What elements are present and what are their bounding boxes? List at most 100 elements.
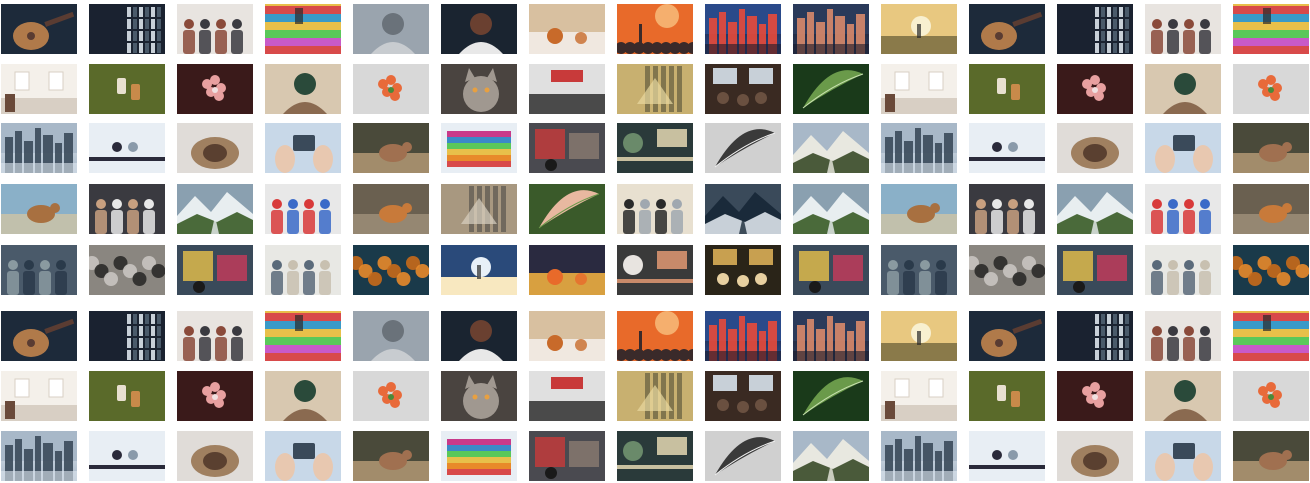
coffee-cups-photo[interactable] — [969, 371, 1045, 421]
guitar-photo[interactable] — [969, 311, 1045, 361]
girl-running-photo[interactable] — [265, 245, 341, 295]
fox-photo[interactable] — [1233, 184, 1309, 234]
tortoise-photo[interactable] — [353, 431, 429, 481]
rainbow-stairs-photo[interactable] — [265, 4, 341, 54]
street-people-photo[interactable] — [1145, 4, 1221, 54]
phone-photo-photo[interactable] — [265, 123, 341, 173]
living-room-photo[interactable] — [881, 64, 957, 114]
hands-plant-photo[interactable] — [529, 184, 605, 234]
waterfall-photo[interactable] — [705, 184, 781, 234]
bookshelf-photo[interactable] — [1057, 311, 1133, 361]
street-people-photo[interactable] — [1145, 311, 1221, 361]
bw-plant-photo[interactable] — [705, 123, 781, 173]
young-man-photo[interactable] — [265, 64, 341, 114]
dogs-field-photo[interactable] — [1, 184, 77, 234]
peace-flag-photo[interactable] — [441, 123, 517, 173]
office-plants-photo[interactable] — [617, 431, 693, 481]
coffee-cups-photo[interactable] — [89, 64, 165, 114]
green-leaf-photo[interactable] — [793, 64, 869, 114]
hooded-man-photo[interactable] — [1, 245, 77, 295]
green-leaf-photo[interactable] — [793, 371, 869, 421]
snowy-sunset-photo[interactable] — [441, 245, 517, 295]
rainbow-stairs-photo[interactable] — [265, 311, 341, 361]
flower-bouquet-photo[interactable] — [1057, 371, 1133, 421]
louvre-pyramid-photo[interactable] — [441, 184, 517, 234]
sleeping-pug-photo[interactable] — [177, 123, 253, 173]
foggy-forest-photo[interactable] — [89, 245, 165, 295]
tortoise-photo[interactable] — [1233, 431, 1309, 481]
tortoise-photo[interactable] — [1233, 123, 1309, 173]
coffee-shop-photo[interactable] — [705, 245, 781, 295]
bookshelf-photo[interactable] — [89, 4, 165, 54]
bench-couple-photo[interactable] — [969, 431, 1045, 481]
sleeping-pug-photo[interactable] — [1057, 431, 1133, 481]
laptop-friends-photo[interactable] — [617, 184, 693, 234]
office-woman-photo[interactable] — [617, 245, 693, 295]
graffiti-wall-photo[interactable] — [177, 245, 253, 295]
valley-road-photo[interactable] — [177, 184, 253, 234]
city-highway-photo[interactable] — [705, 311, 781, 361]
city-highway-photo[interactable] — [705, 4, 781, 54]
mountain-lake-photo[interactable] — [793, 123, 869, 173]
alarm-clock-photo[interactable] — [529, 245, 605, 295]
building-palm-photo[interactable] — [617, 371, 693, 421]
city-towers-photo[interactable] — [1, 123, 77, 173]
living-room-photo[interactable] — [1, 64, 77, 114]
fox-photo[interactable] — [353, 184, 429, 234]
living-room-photo[interactable] — [881, 371, 957, 421]
gray-cat-photo[interactable] — [441, 371, 517, 421]
concert-crowd-photo[interactable] — [617, 311, 693, 361]
public-market-photo[interactable] — [529, 371, 605, 421]
rickshaw-street-photo[interactable] — [529, 431, 605, 481]
young-man-photo[interactable] — [265, 371, 341, 421]
mountain-lake-photo[interactable] — [793, 431, 869, 481]
shoulder-photo[interactable] — [353, 4, 429, 54]
office-plants-photo[interactable] — [617, 123, 693, 173]
phone-photo-photo[interactable] — [265, 431, 341, 481]
family-table-photo[interactable] — [529, 4, 605, 54]
young-man-photo[interactable] — [1145, 64, 1221, 114]
sunset-field-photo[interactable] — [881, 311, 957, 361]
peace-flag-photo[interactable] — [441, 431, 517, 481]
coffee-cups-photo[interactable] — [89, 371, 165, 421]
graffiti-wall-photo[interactable] — [1057, 245, 1133, 295]
bookshelf-photo[interactable] — [1057, 4, 1133, 54]
dogs-field-photo[interactable] — [881, 184, 957, 234]
bench-couple-photo[interactable] — [969, 123, 1045, 173]
flower-basket-photo[interactable] — [353, 64, 429, 114]
city-towers-photo[interactable] — [881, 123, 957, 173]
graffiti-wall-photo[interactable] — [793, 245, 869, 295]
seattle-dusk-photo[interactable] — [793, 4, 869, 54]
hooded-man-photo[interactable] — [881, 245, 957, 295]
city-towers-photo[interactable] — [1, 431, 77, 481]
phone-photo-photo[interactable] — [1145, 123, 1221, 173]
sleeping-pug-photo[interactable] — [1057, 123, 1133, 173]
seattle-dusk-photo[interactable] — [793, 311, 869, 361]
bench-couple-photo[interactable] — [89, 431, 165, 481]
cyclists-race-photo[interactable] — [265, 184, 341, 234]
coffee-cups-photo[interactable] — [969, 64, 1045, 114]
city-towers-photo[interactable] — [881, 431, 957, 481]
flower-bouquet-photo[interactable] — [177, 371, 253, 421]
valley-road-photo[interactable] — [1057, 184, 1133, 234]
flower-bouquet-photo[interactable] — [177, 64, 253, 114]
rainbow-stairs-photo[interactable] — [1233, 311, 1309, 361]
building-palm-photo[interactable] — [617, 64, 693, 114]
flower-basket-photo[interactable] — [1233, 64, 1309, 114]
public-market-photo[interactable] — [529, 64, 605, 114]
guitar-photo[interactable] — [969, 4, 1045, 54]
rainbow-stairs-photo[interactable] — [1233, 4, 1309, 54]
gray-cat-photo[interactable] — [441, 64, 517, 114]
valley-road-photo[interactable] — [793, 184, 869, 234]
smiling-woman-photo[interactable] — [441, 311, 517, 361]
guitar-photo[interactable] — [1, 4, 77, 54]
flower-basket-photo[interactable] — [1233, 371, 1309, 421]
young-man-photo[interactable] — [1145, 371, 1221, 421]
bookshelf-photo[interactable] — [89, 311, 165, 361]
friends-selfie-photo[interactable] — [89, 184, 165, 234]
bw-plant-photo[interactable] — [705, 431, 781, 481]
foggy-forest-photo[interactable] — [969, 245, 1045, 295]
concert-crowd-photo[interactable] — [617, 4, 693, 54]
smiling-woman-photo[interactable] — [441, 4, 517, 54]
flower-bouquet-photo[interactable] — [1057, 64, 1133, 114]
